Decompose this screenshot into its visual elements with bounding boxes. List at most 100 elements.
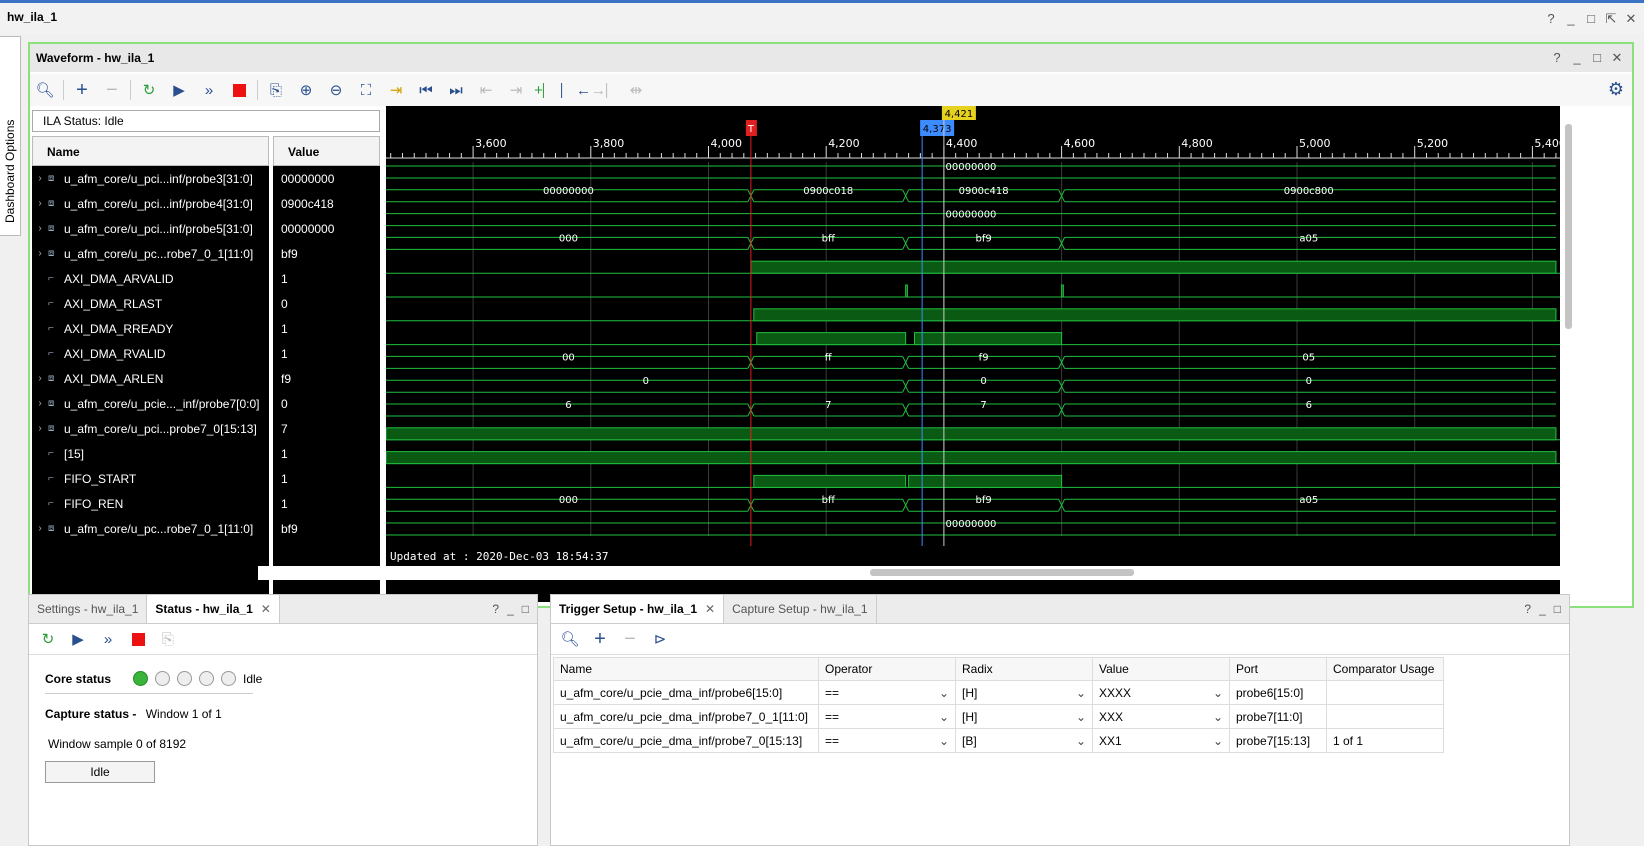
- column-header-name[interactable]: Name: [553, 657, 819, 681]
- chevron-down-icon[interactable]: ⌄: [1213, 734, 1223, 748]
- chevron-down-icon[interactable]: ⌄: [1213, 686, 1223, 700]
- radix-select[interactable]: [H] ⌄: [955, 680, 1093, 705]
- radix-select[interactable]: [B] ⌄: [955, 728, 1093, 753]
- chevron-down-icon[interactable]: ⌄: [1076, 710, 1086, 724]
- signal-row[interactable]: ⌐ AXI_DMA_RREADY: [32, 316, 269, 341]
- chevron-down-icon[interactable]: ⌄: [1213, 710, 1223, 724]
- auto-retrigger-icon[interactable]: ↻: [134, 77, 164, 103]
- export-icon[interactable]: ⎘: [261, 77, 291, 103]
- signal-row[interactable]: ⌐ AXI_DMA_ARVALID: [32, 266, 269, 291]
- close-icon[interactable]: ✕: [705, 602, 715, 616]
- signal-row[interactable]: ⌐ FIFO_REN: [32, 491, 269, 516]
- chevron-down-icon[interactable]: ⌄: [939, 686, 949, 700]
- waveform-display[interactable]: 3,600 3,800 4,000 4,200 4,400 4,600 4,800 5,000…: [386, 106, 1560, 602]
- search-icon[interactable]: 🔍︎: [555, 626, 585, 652]
- radix-select[interactable]: [H] ⌄: [955, 704, 1093, 729]
- signal-row[interactable]: › ⧈ u_afm_core/u_pci...inf/probe3[31:0]: [32, 166, 269, 191]
- waveform-canvas[interactable]: 3,600 3,800 4,000 4,200 4,400 4,600 4,800 5,000…: [386, 106, 1560, 566]
- maximize-icon[interactable]: □: [1590, 50, 1604, 66]
- value-select[interactable]: XX1 ⌄: [1092, 728, 1230, 753]
- help-icon[interactable]: ?: [1544, 11, 1558, 27]
- chevron-right-icon[interactable]: ›: [32, 373, 48, 384]
- signal-row[interactable]: › ⧈ u_afm_core/u_pcie..._inf/probe7[0:0]: [32, 391, 269, 416]
- signal-row[interactable]: › ⧈ u_afm_core/u_pc...robe7_0_1[11:0]: [32, 516, 269, 536]
- trigger-immediate-icon[interactable]: »: [93, 626, 123, 652]
- help-icon[interactable]: ?: [1550, 50, 1564, 66]
- go-to-start-icon[interactable]: ⏮: [411, 77, 441, 103]
- value-select-value[interactable]: XXX ⌄: [1099, 710, 1223, 724]
- dashboard-options-tab[interactable]: Dashboard Options: [0, 36, 21, 236]
- go-to-cursor-icon[interactable]: ⇥: [381, 77, 411, 103]
- zoom-out-icon[interactable]: ⊖: [321, 77, 351, 103]
- radix-select-value[interactable]: [B] ⌄: [962, 734, 1086, 748]
- stop-icon[interactable]: [123, 626, 153, 652]
- previous-marker-icon[interactable]: ⎸←: [561, 77, 591, 103]
- column-header-value[interactable]: Value: [1092, 657, 1230, 681]
- radix-select-value[interactable]: [H] ⌄: [962, 710, 1086, 724]
- vertical-scroll-thumb[interactable]: [1565, 124, 1572, 329]
- signal-row[interactable]: ⌐ AXI_DMA_RVALID: [32, 341, 269, 366]
- signal-row[interactable]: ⌐ AXI_DMA_RLAST: [32, 291, 269, 316]
- maximize-icon[interactable]: □: [1554, 602, 1561, 616]
- signal-row[interactable]: › ⧈ u_afm_core/u_pc...robe7_0_1[11:0]: [32, 241, 269, 266]
- next-transition-icon[interactable]: ⇥: [501, 77, 531, 103]
- run-trigger-icon[interactable]: ▶: [63, 626, 93, 652]
- run-trigger-icon[interactable]: ▶: [164, 77, 194, 103]
- signal-row[interactable]: › ⧈ u_afm_core/u_pci...probe7_0[15:13]: [32, 416, 269, 441]
- trigger-row[interactable]: u_afm_core/u_pcie_dma_inf/probe7_0[15:13…: [553, 728, 1444, 753]
- close-icon[interactable]: ✕: [1610, 50, 1624, 66]
- chevron-down-icon[interactable]: ⌄: [1076, 734, 1086, 748]
- close-icon[interactable]: ✕: [261, 602, 271, 616]
- remove-probe-icon[interactable]: −: [615, 626, 645, 652]
- value-select-value[interactable]: XX1 ⌄: [1099, 734, 1223, 748]
- chevron-down-icon[interactable]: ⌄: [1076, 686, 1086, 700]
- chevron-right-icon[interactable]: ›: [32, 523, 48, 534]
- value-horizontal-scrollbar[interactable]: [258, 566, 380, 580]
- trigger-row[interactable]: u_afm_core/u_pcie_dma_inf/probe6[15:0] ==…: [553, 680, 1444, 705]
- add-probe-icon[interactable]: +: [585, 626, 615, 652]
- go-to-end-icon[interactable]: ⏭: [441, 77, 471, 103]
- zoom-in-icon[interactable]: ⊕: [291, 77, 321, 103]
- chevron-right-icon[interactable]: ›: [32, 398, 48, 409]
- name-column-header[interactable]: Name: [32, 136, 269, 166]
- minimize-icon[interactable]: _: [1539, 602, 1546, 616]
- minimize-icon[interactable]: _: [507, 602, 514, 616]
- next-marker-icon[interactable]: →⎸: [591, 77, 621, 103]
- operator-select-value[interactable]: == ⌄: [825, 710, 949, 724]
- previous-transition-icon[interactable]: ⇤: [471, 77, 501, 103]
- value-select-value[interactable]: XXXX ⌄: [1099, 686, 1223, 700]
- maximize-icon[interactable]: □: [522, 602, 529, 616]
- column-header-operator[interactable]: Operator: [818, 657, 956, 681]
- chevron-down-icon[interactable]: ⌄: [939, 710, 949, 724]
- horizontal-scroll-thumb[interactable]: [870, 569, 1134, 576]
- column-header-comparator-usage[interactable]: Comparator Usage: [1326, 657, 1444, 681]
- value-select[interactable]: XXX ⌄: [1092, 704, 1230, 729]
- trigger-row[interactable]: u_afm_core/u_pcie_dma_inf/probe7_0_1[11:…: [553, 704, 1444, 729]
- waveform-horizontal-scrollbar[interactable]: [386, 566, 1560, 580]
- column-header-radix[interactable]: Radix: [955, 657, 1093, 681]
- remove-probe-icon[interactable]: −: [97, 77, 127, 103]
- signal-row[interactable]: › ⧈ AXI_DMA_ARLEN: [32, 366, 269, 391]
- operator-select-value[interactable]: == ⌄: [825, 734, 949, 748]
- chevron-right-icon[interactable]: ›: [32, 198, 48, 209]
- value-select[interactable]: XXXX ⌄: [1092, 680, 1230, 705]
- signal-row[interactable]: ⌐ FIFO_START: [32, 466, 269, 491]
- tab-trigger-setup[interactable]: Trigger Setup - hw_ila_1 ✕: [551, 595, 725, 623]
- chevron-down-icon[interactable]: ⌄: [939, 734, 949, 748]
- export-icon[interactable]: ⎘: [153, 626, 183, 652]
- signal-row[interactable]: › ⧈ u_afm_core/u_pci...inf/probe5[31:0]: [32, 216, 269, 241]
- close-icon[interactable]: ✕: [1624, 11, 1638, 27]
- operator-select[interactable]: == ⌄: [818, 728, 956, 753]
- operator-select-value[interactable]: == ⌄: [825, 686, 949, 700]
- signal-row[interactable]: › ⧈ u_afm_core/u_pci...inf/probe4[31:0]: [32, 191, 269, 216]
- tab-status[interactable]: Status - hw_ila_1 ✕: [147, 595, 280, 623]
- chevron-right-icon[interactable]: ›: [32, 248, 48, 259]
- operator-select[interactable]: == ⌄: [818, 704, 956, 729]
- chevron-right-icon[interactable]: ›: [32, 223, 48, 234]
- tab-capture-setup[interactable]: Capture Setup - hw_ila_1: [724, 595, 877, 623]
- stop-icon[interactable]: [224, 77, 254, 103]
- float-icon[interactable]: ⇱: [1604, 11, 1618, 27]
- search-icon[interactable]: 🔍︎: [30, 77, 60, 103]
- add-marker-icon[interactable]: +⎸: [531, 77, 561, 103]
- trigger-immediate-icon[interactable]: »: [194, 77, 224, 103]
